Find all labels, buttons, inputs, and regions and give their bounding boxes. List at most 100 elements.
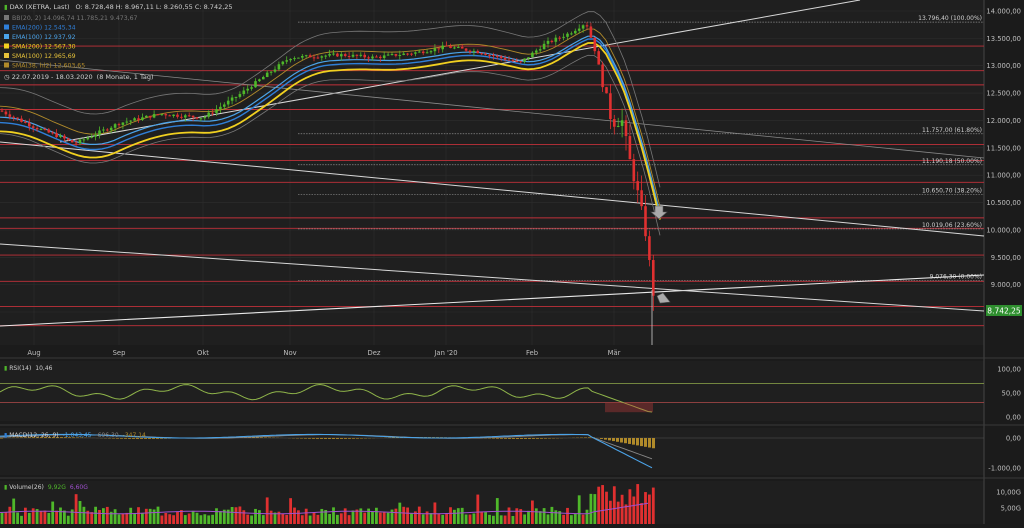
candle-body — [586, 25, 589, 26]
volume-bar — [613, 486, 616, 524]
macd-panel[interactable] — [0, 428, 984, 475]
rsi-tick-label: 50,00 — [1002, 390, 1021, 398]
volume-bar — [207, 515, 210, 524]
macd-histogram-bar — [152, 438, 155, 439]
candle-body — [488, 55, 491, 56]
candle-body — [129, 121, 132, 122]
macd-histogram-bar — [624, 438, 627, 443]
rsi-header: ▮ RSI(14)10,46 — [4, 365, 53, 372]
volume-bar — [75, 494, 78, 524]
candle-body — [67, 138, 70, 140]
volume-bar — [547, 514, 550, 524]
volume-bar — [215, 508, 218, 524]
macd-histogram-bar — [308, 438, 311, 439]
candle-body — [12, 117, 15, 118]
candle-body — [266, 73, 269, 77]
candle-body — [258, 79, 261, 81]
volume-bar — [422, 514, 425, 524]
candle-body — [500, 56, 503, 58]
macd-histogram-bar — [612, 438, 615, 441]
volume-bar — [98, 510, 101, 524]
volume-bar — [188, 513, 191, 524]
macd-histogram-bar — [652, 438, 655, 448]
candle-body — [469, 51, 472, 52]
candle-body — [406, 54, 409, 55]
macd-histogram-bar — [636, 438, 639, 445]
candle-body — [83, 139, 86, 140]
macd-histogram-bar — [508, 438, 511, 439]
price-panel[interactable] — [0, 0, 984, 345]
rsi-panel[interactable] — [0, 361, 984, 421]
macd-histogram-bar — [608, 438, 611, 440]
candle-body — [94, 135, 97, 137]
candle-body — [20, 119, 23, 122]
fib-label: 13.796,40 (100.00%) — [918, 15, 982, 22]
candle-body — [274, 69, 277, 71]
candle-body — [161, 114, 164, 115]
legend-swatch — [4, 44, 9, 49]
macd-value-line: -1.043,45 — [63, 432, 92, 439]
rsi-value: 10,46 — [35, 365, 52, 372]
candle-body — [535, 51, 538, 53]
volume-bar — [437, 514, 440, 524]
price-axis: 14.000,0013.500,0013.000,0012.500,0012.0… — [986, 8, 1021, 317]
volume-bar — [63, 511, 66, 524]
volume-bar — [593, 494, 596, 524]
month-tick-label: Dez — [368, 349, 381, 357]
volume-bar — [632, 497, 635, 524]
volume-bar — [352, 510, 355, 524]
candle-body — [219, 107, 222, 109]
candle-body — [239, 94, 242, 97]
chart-canvas[interactable]: 13.796,40 (100.00%)11.757,00 (61.80%)11.… — [0, 0, 1024, 524]
candle-body — [484, 54, 487, 55]
macd-histogram-bar — [264, 437, 267, 438]
price-tick-label: 11.500,00 — [986, 144, 1021, 152]
macd-histogram-bar — [540, 438, 543, 439]
candle-body — [640, 190, 643, 206]
volume-bar — [239, 506, 242, 524]
candle-body — [313, 57, 316, 58]
price-tick-label: 13.000,00 — [986, 62, 1021, 70]
volume-bar — [652, 488, 655, 524]
volume-bar — [47, 513, 50, 524]
period-info: ◷ 22.07.2019 - 18.03.2020(8 Monate, 1 Ta… — [4, 73, 154, 81]
volume-bar — [609, 501, 612, 524]
macd-histogram-bar — [348, 438, 351, 439]
volume-bar — [320, 509, 323, 524]
price-tick-label: 12.500,00 — [986, 90, 1021, 98]
macd-histogram-bar — [532, 438, 535, 439]
clock-icon: ◷ — [4, 73, 12, 81]
candle-body — [44, 129, 47, 130]
macd-histogram-bar — [620, 438, 623, 443]
candle-body — [215, 109, 218, 113]
volume-bar — [402, 507, 405, 524]
candle-body — [126, 122, 129, 123]
candle-body — [278, 64, 281, 69]
candle-body — [551, 41, 554, 42]
volume-bar — [59, 508, 62, 524]
candle-body — [157, 114, 160, 115]
legend-item: SMA(100) 12.965,69 — [12, 53, 76, 60]
macd-value-histogram: -347,14 — [123, 432, 146, 439]
volume-bar — [539, 511, 542, 524]
volume-bar — [340, 513, 343, 524]
volume-average: 6,60G — [70, 484, 88, 491]
candle-body — [133, 118, 136, 120]
volume-bar — [32, 508, 35, 524]
candle-body — [644, 206, 647, 236]
candle-body — [605, 87, 608, 93]
legend-item: EMA(200) 12.545,34 — [12, 25, 76, 32]
svg-text:▮ MACD(12, 26, 9)-1.043,45-696: ▮ MACD(12, 26, 9)-1.043,45-696,30-347,14 — [4, 432, 146, 439]
volume-bar — [246, 515, 249, 524]
candle-body — [438, 48, 441, 49]
volume-bar — [20, 516, 23, 524]
volume-bar — [430, 513, 433, 524]
candle-body — [289, 59, 292, 60]
volume-bar — [313, 513, 316, 524]
volume-bar — [16, 513, 19, 524]
candle-body — [246, 89, 249, 91]
volume-bar — [24, 508, 27, 524]
volume-bar — [480, 511, 483, 524]
candle-body — [285, 60, 288, 61]
candle-body — [176, 115, 179, 117]
